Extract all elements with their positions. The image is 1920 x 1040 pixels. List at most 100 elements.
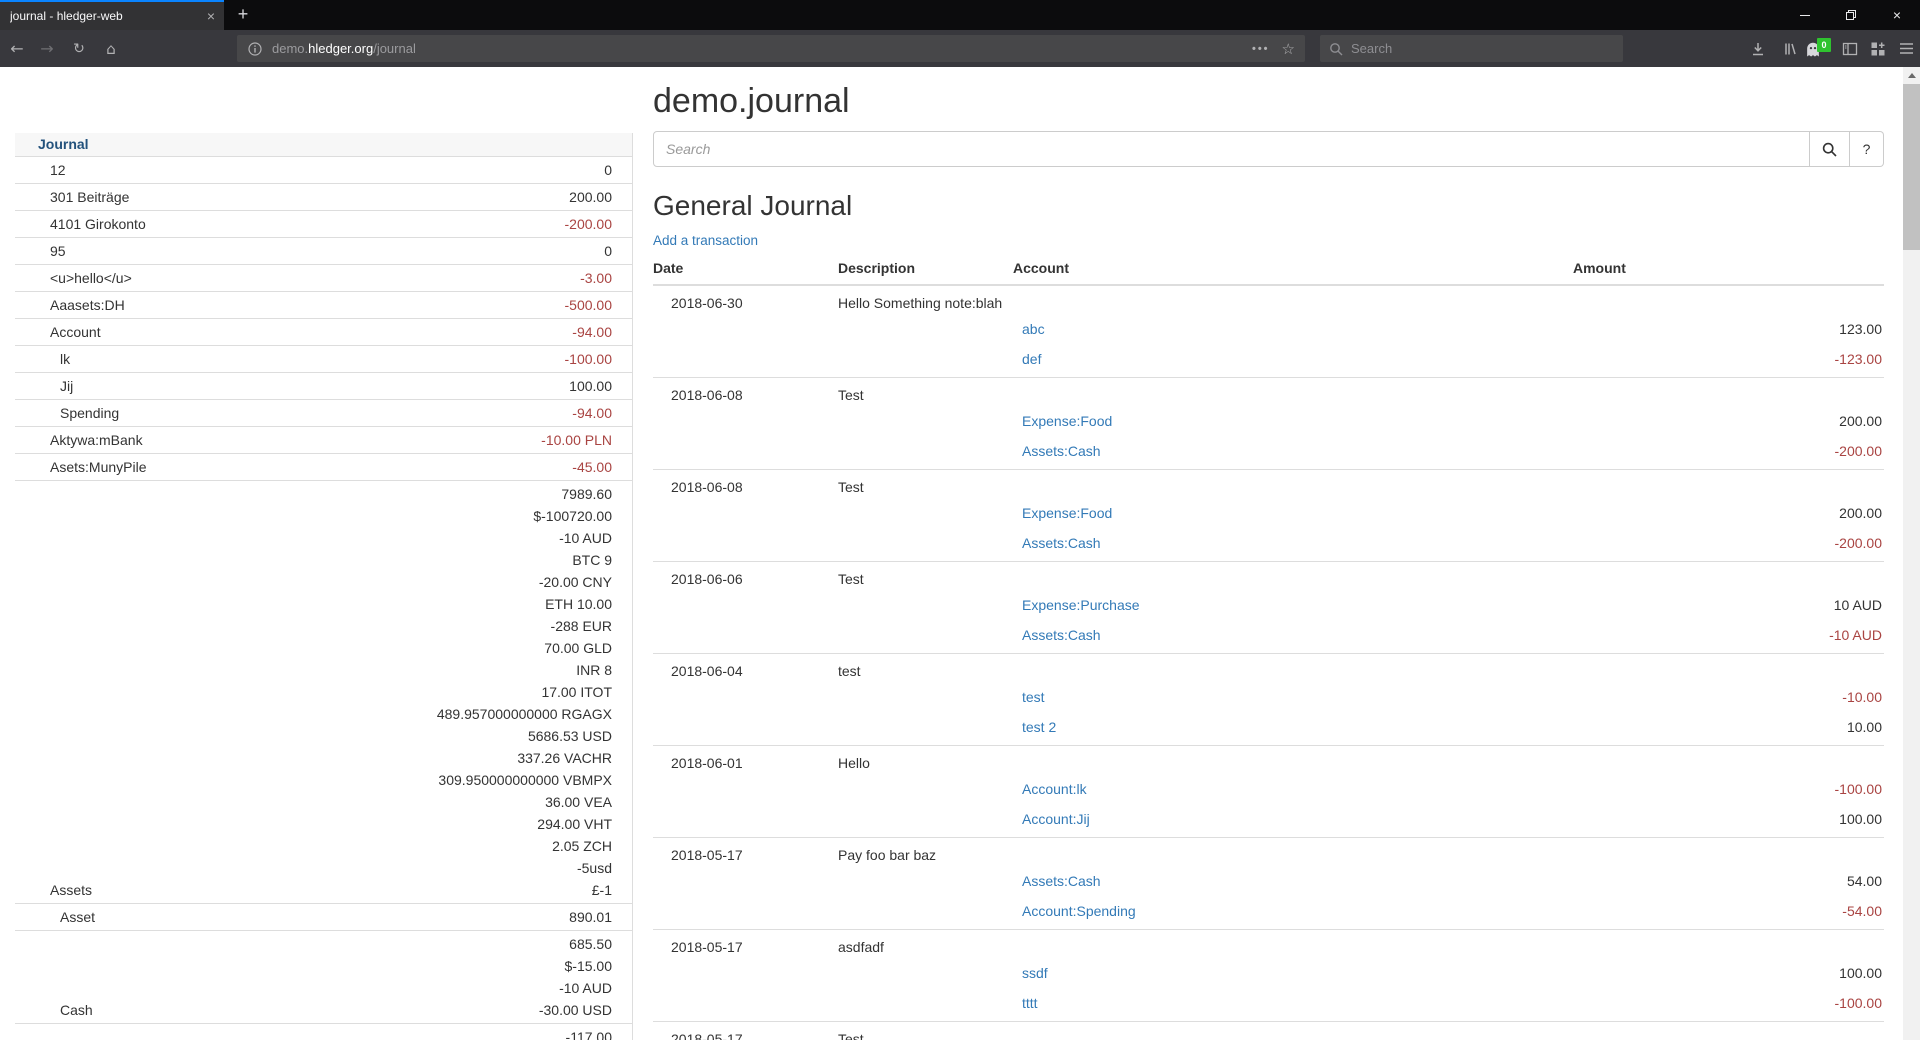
sidebar-account-link[interactable]: Cash bbox=[60, 1002, 93, 1018]
transaction-description: asdfadf bbox=[838, 930, 1884, 959]
amount-value: -10.00 PLN bbox=[265, 429, 612, 451]
search-help-button[interactable]: ? bbox=[1850, 131, 1884, 167]
sidebar-account-row: -117.00 bbox=[15, 1024, 633, 1040]
amount-value: -45.00 bbox=[265, 456, 612, 478]
sidebar-accounts-table: Journal 120301 Beiträge200.004101 Giroko… bbox=[15, 133, 633, 1040]
posting-date-spacer bbox=[653, 344, 838, 378]
column-header-date: Date bbox=[653, 254, 838, 285]
sidebar-account-link[interactable]: <u>hello</u> bbox=[50, 270, 132, 286]
extension-badge: 0 bbox=[1817, 38, 1831, 52]
journal-table: DateDescriptionAccountAmount 2018-06-30H… bbox=[653, 254, 1884, 1040]
posting-account-link[interactable]: Expense:Purchase bbox=[1022, 597, 1140, 613]
posting-desc-spacer bbox=[838, 804, 1013, 838]
posting-date-spacer bbox=[653, 436, 838, 470]
posting-account-link[interactable]: Assets:Cash bbox=[1022, 873, 1101, 889]
window-restore-button[interactable] bbox=[1828, 0, 1874, 30]
posting-account-link[interactable]: test 2 bbox=[1022, 719, 1056, 735]
sidebar-account-link[interactable]: lk bbox=[60, 351, 70, 367]
browser-tab-active[interactable]: journal - hledger-web × bbox=[0, 0, 224, 30]
posting-desc-spacer bbox=[838, 620, 1013, 654]
posting-amount: -10.00 bbox=[1573, 682, 1884, 712]
account-name-cell: Aktywa:mBank bbox=[15, 427, 264, 454]
page-actions-icon[interactable]: ••• bbox=[1252, 43, 1270, 55]
tab-close-icon[interactable]: × bbox=[207, 2, 215, 30]
journal-search-input[interactable] bbox=[653, 131, 1810, 167]
posting-account-cell: Assets:Cash bbox=[1013, 436, 1573, 470]
sidebar-account-link[interactable]: Asset bbox=[60, 909, 95, 925]
add-transaction-link[interactable]: Add a transaction bbox=[653, 232, 758, 250]
sidebar-account-link[interactable]: Aktywa:mBank bbox=[50, 432, 143, 448]
sidebar-account-link[interactable]: Jij bbox=[60, 378, 73, 394]
window-minimize-button[interactable] bbox=[1782, 0, 1828, 30]
posting-account-link[interactable]: tttt bbox=[1022, 995, 1038, 1011]
url-bar[interactable]: demo.hledger.org/journal ••• ☆ bbox=[237, 35, 1305, 62]
posting-row: Account:lk-100.00 bbox=[653, 774, 1884, 804]
transaction-description: Test bbox=[838, 562, 1884, 591]
account-amount-cell: -3.00 bbox=[264, 265, 633, 292]
sidebar-account-row: Aktywa:mBank -10.00 PLN bbox=[15, 427, 633, 454]
reload-button[interactable]: ↻ bbox=[64, 30, 94, 67]
sidebar-account-link[interactable]: 301 Beiträge bbox=[50, 189, 129, 205]
posting-account-link[interactable]: Account:Jij bbox=[1022, 811, 1090, 827]
sidebars-button[interactable] bbox=[1836, 30, 1864, 67]
sidebar-journal-link[interactable]: Journal bbox=[38, 136, 89, 152]
sidebar-account-link[interactable]: Asets:MunyPile bbox=[50, 459, 146, 475]
transaction-date: 2018-06-08 bbox=[653, 470, 838, 499]
posting-account-link[interactable]: Assets:Cash bbox=[1022, 535, 1101, 551]
restore-icon bbox=[1845, 9, 1857, 21]
account-amount-cell: -117.00 bbox=[264, 1024, 633, 1040]
amount-value: 294.00 VHT bbox=[265, 813, 612, 835]
posting-account-link[interactable]: def bbox=[1022, 351, 1041, 367]
journal-search-group: ? bbox=[653, 131, 1884, 167]
new-tab-button[interactable]: + bbox=[230, 0, 256, 30]
posting-account-link[interactable]: Assets:Cash bbox=[1022, 443, 1101, 459]
sidebar-account-link[interactable]: Aaasets:DH bbox=[50, 297, 125, 313]
sidebar-account-link[interactable]: Assets bbox=[50, 882, 92, 898]
back-button[interactable]: ← bbox=[2, 30, 32, 67]
account-name-cell bbox=[15, 1024, 264, 1040]
sidebar-header-row: Journal bbox=[15, 133, 633, 157]
sidebar-account-link[interactable]: Account bbox=[50, 324, 101, 340]
scrollbar-thumb[interactable] bbox=[1903, 84, 1920, 250]
transaction: 2018-05-17Pay foo bar bazAssets:Cash54.0… bbox=[653, 838, 1884, 930]
browser-tab-bar: journal - hledger-web × + × bbox=[0, 0, 1920, 30]
home-button[interactable]: ⌂ bbox=[96, 30, 126, 67]
amount-value: ETH 10.00 bbox=[265, 593, 612, 615]
sidebar-account-row: 301 Beiträge200.00 bbox=[15, 184, 633, 211]
posting-account-link[interactable]: Account:Spending bbox=[1022, 903, 1136, 919]
transaction-date: 2018-06-04 bbox=[653, 654, 838, 683]
posting-account-link[interactable]: Account:lk bbox=[1022, 781, 1087, 797]
posting-account-link[interactable]: Expense:Food bbox=[1022, 413, 1112, 429]
hamburger-icon bbox=[1899, 41, 1914, 56]
amount-value: 309.950000000000 VBMPX bbox=[265, 769, 612, 791]
forward-button[interactable]: → bbox=[32, 30, 62, 67]
posting-account-link[interactable]: abc bbox=[1022, 321, 1045, 337]
adblock-extension-button[interactable]: 0 bbox=[1802, 30, 1830, 67]
transaction-row: 2018-06-08Test bbox=[653, 470, 1884, 499]
posting-account-link[interactable]: Expense:Food bbox=[1022, 505, 1112, 521]
sidebar-account-link[interactable]: 95 bbox=[50, 243, 66, 259]
extensions-grid-button[interactable] bbox=[1864, 30, 1892, 67]
bookmark-star-icon[interactable]: ☆ bbox=[1282, 40, 1295, 58]
posting-account-link[interactable]: ssdf bbox=[1022, 965, 1048, 981]
menu-button[interactable] bbox=[1892, 30, 1920, 67]
sidebar-account-link[interactable]: 12 bbox=[50, 162, 66, 178]
posting-account-cell: Account:lk bbox=[1013, 774, 1573, 804]
site-info-icon[interactable] bbox=[247, 41, 263, 57]
window-close-button[interactable]: × bbox=[1874, 0, 1920, 30]
account-amount-cell: -94.00 bbox=[264, 319, 633, 346]
posting-amount: 100.00 bbox=[1573, 804, 1884, 838]
posting-account-link[interactable]: Assets:Cash bbox=[1022, 627, 1101, 643]
posting-row: test 210.00 bbox=[653, 712, 1884, 746]
journal-search-button[interactable] bbox=[1810, 131, 1850, 167]
transaction-row: 2018-06-30Hello Something note:blah bbox=[653, 285, 1884, 314]
sidebar-account-link[interactable]: 4101 Girokonto bbox=[50, 216, 146, 232]
library-button[interactable] bbox=[1776, 30, 1804, 67]
posting-account-cell: test bbox=[1013, 682, 1573, 712]
scrollbar-up-arrow-icon[interactable] bbox=[1908, 73, 1916, 78]
page-scrollbar[interactable] bbox=[1903, 67, 1920, 1040]
posting-account-link[interactable]: test bbox=[1022, 689, 1045, 705]
downloads-button[interactable] bbox=[1744, 30, 1772, 67]
sidebar-account-link[interactable]: Spending bbox=[60, 405, 119, 421]
browser-search-box[interactable]: Search bbox=[1320, 35, 1623, 62]
